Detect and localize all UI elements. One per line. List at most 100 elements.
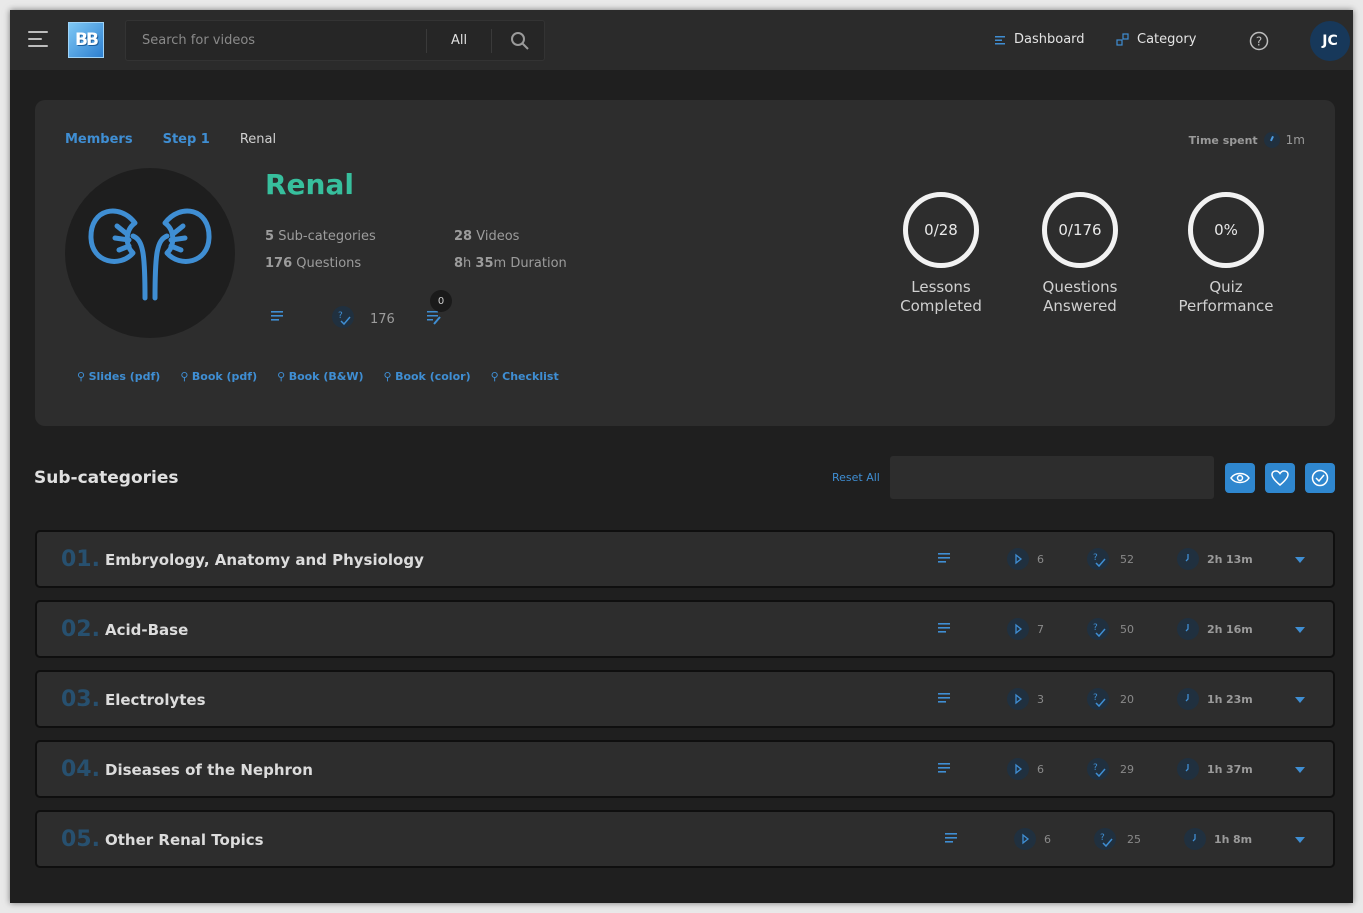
- filter-completed-button[interactable]: [1305, 463, 1335, 493]
- user-avatar[interactable]: JC: [1310, 21, 1350, 61]
- site-logo[interactable]: BB: [68, 22, 104, 58]
- category-header-card: Members Step 1 Renal Time spent 1m Renal: [35, 100, 1335, 426]
- chevron-down-icon[interactable]: [1295, 837, 1305, 843]
- row-duration: 2h 16m: [1207, 623, 1253, 636]
- link-icon: ⚲: [490, 370, 503, 383]
- link-icon: ⚲: [77, 370, 89, 383]
- search-icon[interactable]: [510, 31, 530, 51]
- row-number: 03.: [61, 687, 100, 712]
- svg-text:?: ?: [1093, 623, 1098, 633]
- progress-ring: 0%: [1188, 192, 1264, 268]
- question-check-icon: ?: [1087, 548, 1109, 570]
- resource-book-bw[interactable]: ⚲ Book (B&W): [277, 370, 363, 383]
- resource-label: Book (pdf): [191, 370, 258, 383]
- progress-quiz: 0% Quiz Performance: [1163, 192, 1289, 316]
- resource-label: Slides (pdf): [88, 370, 161, 383]
- app-window: BB All Dashboard Category ? J: [10, 10, 1353, 903]
- list-icon: [938, 553, 950, 563]
- chevron-down-icon[interactable]: [1295, 767, 1305, 773]
- subcategory-row[interactable]: 02. Acid-Base 7 ? 50 2h 16m: [35, 600, 1335, 658]
- filter-input[interactable]: [890, 456, 1214, 499]
- nav-dashboard[interactable]: Dashboard: [994, 32, 1085, 47]
- svg-text:?: ?: [1093, 763, 1098, 773]
- subcategory-row[interactable]: 05. Other Renal Topics 6 ? 25 1h 8m: [35, 810, 1335, 868]
- list-icon[interactable]: [270, 310, 286, 324]
- resource-slides-pdf[interactable]: ⚲ Slides (pdf): [77, 370, 160, 383]
- breadcrumb-members[interactable]: Members: [65, 132, 133, 147]
- eye-icon: [1230, 472, 1250, 484]
- reset-all-link[interactable]: Reset All: [832, 471, 880, 484]
- question-count: 25: [1127, 833, 1141, 846]
- question-count: 20: [1120, 693, 1134, 706]
- subcategory-row[interactable]: 04. Diseases of the Nephron 6 ? 29 1h 37…: [35, 740, 1335, 798]
- kidney-icon: [88, 208, 212, 301]
- menu-icon[interactable]: [28, 31, 50, 49]
- question-count: 52: [1120, 553, 1134, 566]
- resource-label: Book (color): [395, 370, 471, 383]
- stat-videos-label: Videos: [476, 229, 520, 244]
- stat-questions: 176 Questions: [265, 256, 361, 271]
- breadcrumb-step-1[interactable]: Step 1: [163, 132, 210, 147]
- video-count: 3: [1037, 693, 1044, 706]
- question-count: 50: [1120, 623, 1134, 636]
- progress-ring: 0/28: [903, 192, 979, 268]
- resource-book-pdf[interactable]: ⚲ Book (pdf): [180, 370, 257, 383]
- breadcrumb-current: Renal: [239, 132, 277, 147]
- list-icon: [938, 763, 950, 773]
- stat-videos-num: 28: [454, 229, 473, 244]
- row-number: 04.: [61, 757, 100, 782]
- stat-duration-hours: 8: [454, 256, 464, 271]
- progress-label: Questions Answered: [1042, 278, 1118, 315]
- time-spent: Time spent 1m: [1189, 132, 1305, 148]
- question-count: 29: [1120, 763, 1134, 776]
- row-title: Embryology, Anatomy and Physiology: [105, 551, 424, 569]
- chevron-down-icon[interactable]: [1295, 627, 1305, 633]
- breadcrumb: Members Step 1 Renal: [65, 132, 276, 147]
- filter-watched-button[interactable]: [1225, 463, 1255, 493]
- question-check-icon: ?: [1087, 758, 1109, 780]
- filter-favorite-button[interactable]: [1265, 463, 1295, 493]
- chevron-down-icon[interactable]: [1295, 557, 1305, 563]
- subcategory-row[interactable]: 03. Electrolytes 3 ? 20 1h 23m: [35, 670, 1335, 728]
- row-duration-minutes: 8m: [1233, 833, 1253, 846]
- row-title: Diseases of the Nephron: [105, 761, 313, 779]
- row-duration-hours: 2h: [1207, 623, 1223, 636]
- row-duration: 1h 23m: [1207, 693, 1253, 706]
- list-icon: [938, 693, 950, 703]
- question-check-icon: ?: [1087, 618, 1109, 640]
- chevron-down-icon[interactable]: [1295, 697, 1305, 703]
- nav-category[interactable]: Category: [1116, 32, 1196, 47]
- notes-icon[interactable]: [426, 310, 444, 326]
- search-scope-select[interactable]: All: [426, 29, 492, 53]
- stat-subcategories-label: Sub-categories: [278, 229, 376, 244]
- row-title: Electrolytes: [105, 691, 206, 709]
- resource-checklist[interactable]: ⚲ Checklist: [491, 370, 559, 383]
- time-spent-label: Time spent: [1188, 133, 1258, 147]
- category-actions: ? 176 0: [270, 290, 470, 334]
- row-duration: 2h 13m: [1207, 553, 1253, 566]
- search-bar: All: [125, 20, 545, 61]
- clock-icon: [1177, 758, 1199, 780]
- row-title: Other Renal Topics: [105, 831, 264, 849]
- resource-book-color[interactable]: ⚲ Book (color): [384, 370, 471, 383]
- search-input[interactable]: [126, 21, 426, 60]
- link-icon: ⚲: [180, 370, 192, 383]
- subcategory-row[interactable]: 01. Embryology, Anatomy and Physiology 6…: [35, 530, 1335, 588]
- stat-duration-minutes: 35: [475, 256, 494, 271]
- clock-icon: [1184, 828, 1206, 850]
- progress-label: Lessons Completed: [900, 278, 982, 315]
- question-check-icon[interactable]: ?: [332, 306, 354, 328]
- stat-duration: 8h 35m Duration: [454, 256, 567, 271]
- question-count: 176: [370, 312, 395, 327]
- subcategories-title: Sub-categories: [34, 468, 179, 488]
- row-number: 01.: [61, 547, 100, 572]
- nav-dashboard-label: Dashboard: [1014, 32, 1085, 47]
- video-count: 7: [1037, 623, 1044, 636]
- stat-videos: 28 Videos: [454, 229, 519, 244]
- category-icon: [1116, 33, 1129, 46]
- stat-questions-num: 176: [265, 256, 293, 271]
- help-icon[interactable]: ?: [1249, 31, 1269, 51]
- question-check-icon: ?: [1094, 828, 1116, 850]
- row-duration: 1h 8m: [1214, 833, 1252, 846]
- nav-category-label: Category: [1137, 32, 1197, 47]
